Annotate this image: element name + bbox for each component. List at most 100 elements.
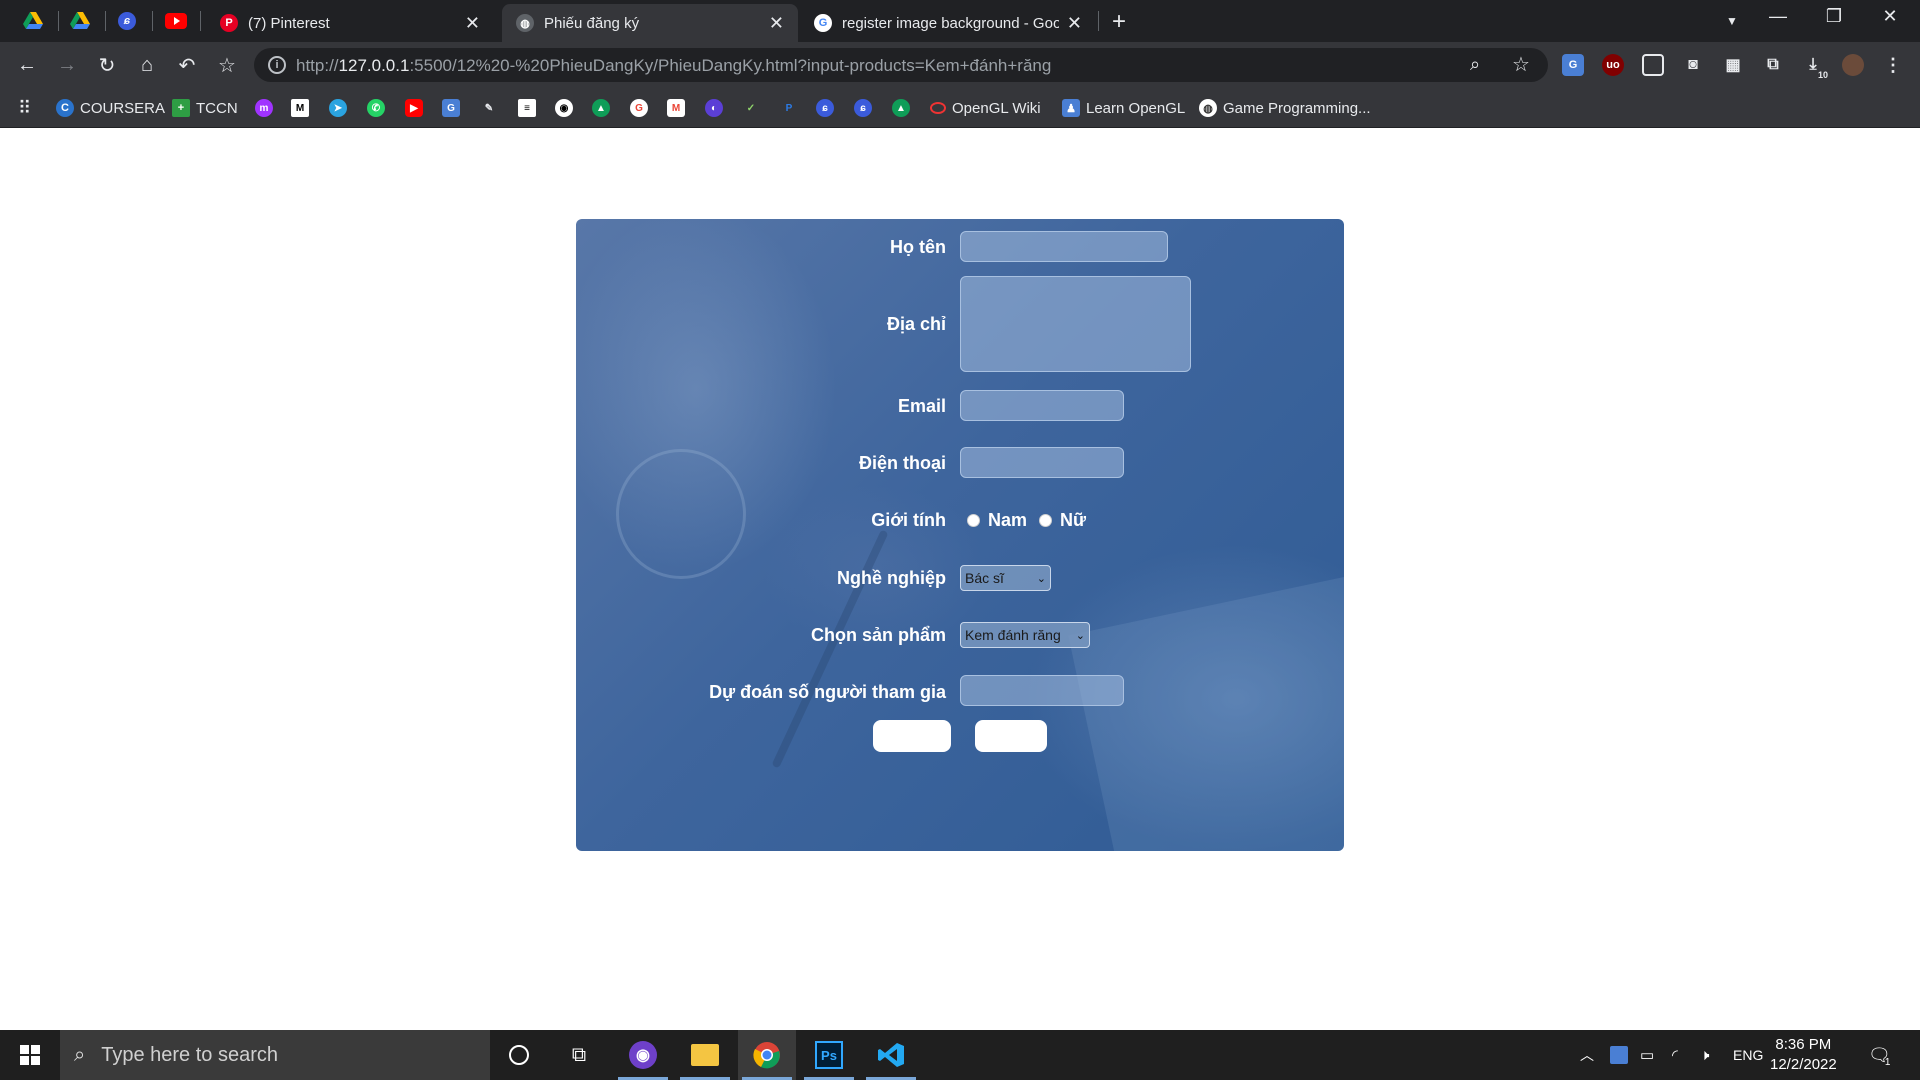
google-drive-icon[interactable]: ▲ bbox=[592, 99, 610, 117]
volume-icon[interactable]: 🕨 bbox=[1700, 1030, 1709, 1080]
bookmark-learn-opengl[interactable]: ♟ Learn OpenGL bbox=[1062, 96, 1185, 120]
fullname-input[interactable] bbox=[960, 231, 1168, 262]
address-bar[interactable]: i http://127.0.0.1:5500/12%20-%20PhieuDa… bbox=[254, 48, 1548, 82]
start-button[interactable] bbox=[0, 1030, 60, 1080]
whatsapp-icon[interactable]: ✆ bbox=[367, 99, 385, 117]
gmail-icon[interactable]: M bbox=[667, 99, 685, 117]
cortana-button[interactable] bbox=[490, 1030, 548, 1080]
app-tray-icon bbox=[1610, 1046, 1628, 1064]
gender-male-radio[interactable] bbox=[967, 514, 980, 527]
show-hidden-icons-button[interactable]: ︿ bbox=[1580, 1030, 1594, 1080]
battery-icon[interactable]: ▭ bbox=[1640, 1030, 1654, 1080]
email-input[interactable] bbox=[960, 390, 1124, 421]
language-indicator[interactable]: ENG bbox=[1733, 1030, 1763, 1080]
zoom-icon[interactable]: ⌕ bbox=[1470, 54, 1480, 75]
gender-male-label[interactable]: Nam bbox=[988, 510, 1027, 531]
address-textarea[interactable] bbox=[960, 276, 1191, 372]
network-icon[interactable]: ◜ bbox=[1672, 1030, 1678, 1080]
telegram-icon[interactable]: ➤ bbox=[329, 99, 347, 117]
messenger-icon[interactable]: m bbox=[255, 99, 273, 117]
tab-google-search[interactable]: G register image background - Goo ✕ bbox=[800, 4, 1096, 42]
folder-icon bbox=[691, 1044, 719, 1066]
phone-label: Điện thoại bbox=[858, 453, 946, 473]
taskbar-photoshop[interactable]: Ps bbox=[800, 1030, 858, 1080]
product-label: Chọn sản phẩm bbox=[810, 625, 946, 645]
submit-button[interactable] bbox=[873, 720, 951, 752]
taskbar-vscode[interactable] bbox=[862, 1030, 920, 1080]
chevron-down-icon: ⌄ bbox=[1036, 572, 1046, 585]
bookmark-game-programming[interactable]: ◍ Game Programming... bbox=[1199, 96, 1371, 120]
bookmark-star-icon[interactable]: ☆ bbox=[1512, 52, 1530, 77]
pen-tool-icon[interactable]: ✎ bbox=[480, 99, 498, 117]
chart-icon[interactable]: ✓ bbox=[742, 99, 760, 117]
taskbar-github-desktop[interactable]: ◉ bbox=[614, 1030, 672, 1080]
tab-search-chevron-icon[interactable]: ▼ bbox=[1726, 14, 1738, 28]
pinned-tab-app[interactable]: ɕ bbox=[114, 9, 140, 33]
pinned-tab-youtube[interactable] bbox=[163, 9, 189, 33]
downloads-count: 10 bbox=[1817, 70, 1828, 80]
paypal-icon[interactable]: P bbox=[780, 99, 798, 117]
minimize-button[interactable]: — bbox=[1758, 6, 1798, 27]
bookmark-app-icon[interactable]: ◐ bbox=[705, 99, 723, 117]
bookmark-star-icon[interactable]: ☆ bbox=[212, 50, 242, 80]
tray-app-icon[interactable] bbox=[1610, 1030, 1628, 1080]
google-drive-icon[interactable]: ▲ bbox=[892, 99, 910, 117]
picture-in-picture-icon[interactable] bbox=[1642, 54, 1664, 76]
bookmark-opengl-wiki[interactable]: OpenGL Wiki bbox=[930, 96, 1041, 120]
gender-female-label[interactable]: Nữ bbox=[1060, 510, 1086, 531]
taskbar-chrome[interactable] bbox=[738, 1030, 796, 1080]
bookmark-tccn[interactable]: + TCCN bbox=[172, 96, 238, 120]
close-icon[interactable]: ✕ bbox=[465, 13, 480, 34]
close-window-button[interactable]: ✕ bbox=[1870, 6, 1910, 27]
bookmark-coursera[interactable]: C COURSERA bbox=[56, 96, 165, 120]
google-translate-extension-icon[interactable]: G bbox=[1562, 54, 1584, 76]
crop-icon[interactable]: ⧉ bbox=[1762, 54, 1784, 76]
extensions-grid-icon[interactable]: ▦ bbox=[1722, 54, 1744, 76]
reload-button[interactable]: ↻ bbox=[92, 50, 122, 80]
profile-avatar[interactable] bbox=[1842, 54, 1864, 76]
restore-button[interactable]: ❐ bbox=[1814, 6, 1854, 27]
taskbar-file-explorer[interactable] bbox=[676, 1030, 734, 1080]
pinned-tab-google-drive[interactable] bbox=[20, 9, 46, 33]
home-button[interactable]: ⌂ bbox=[132, 50, 162, 80]
pinned-tab-google-drive-2[interactable] bbox=[67, 9, 93, 33]
url-text[interactable]: http://127.0.0.1:5500/12%20-%20PhieuDang… bbox=[296, 56, 1051, 76]
guess-input[interactable] bbox=[960, 675, 1124, 706]
product-select[interactable]: Kem đánh răng ⌄ bbox=[960, 622, 1090, 648]
plus-icon: + bbox=[172, 99, 190, 117]
github-icon[interactable]: ◉ bbox=[555, 99, 573, 117]
back-button[interactable]: ← bbox=[12, 50, 42, 80]
job-select[interactable]: Bác sĩ ⌄ bbox=[960, 565, 1051, 591]
more-menu-icon[interactable]: ⋮ bbox=[1882, 54, 1904, 76]
close-icon[interactable]: ✕ bbox=[769, 13, 784, 34]
app-icon[interactable]: ɕ bbox=[816, 99, 834, 117]
google-icon[interactable]: G bbox=[630, 99, 648, 117]
apps-grid-icon[interactable]: ⠿ bbox=[18, 96, 31, 120]
task-view-icon: ⧉ bbox=[571, 1043, 587, 1066]
downloads-icon[interactable]: ⤓ 10 bbox=[1802, 54, 1828, 80]
bookmark-app-icon[interactable]: M bbox=[291, 99, 309, 117]
task-view-button[interactable]: ⧉ bbox=[550, 1030, 608, 1080]
youtube-icon[interactable]: ▶ bbox=[405, 99, 423, 117]
phone-input[interactable] bbox=[960, 447, 1124, 478]
tab-pinterest[interactable]: P (7) Pinterest ✕ bbox=[206, 4, 494, 42]
tab-title: (7) Pinterest bbox=[248, 14, 330, 32]
gender-label: Giới tính bbox=[871, 510, 946, 530]
forward-button[interactable]: → bbox=[52, 50, 82, 80]
app-icon[interactable]: ɕ bbox=[854, 99, 872, 117]
site-info-icon[interactable]: i bbox=[268, 56, 286, 74]
google-translate-icon[interactable]: G bbox=[442, 99, 460, 117]
taskbar-search-box[interactable]: ⌕ Type here to search bbox=[60, 1030, 490, 1080]
new-tab-button[interactable]: + bbox=[1112, 8, 1126, 36]
notification-center-button[interactable]: 🗨 1 bbox=[1868, 1030, 1891, 1080]
background-paper-image bbox=[1068, 569, 1344, 851]
tab-phieu-dang-ky[interactable]: ◍ Phiếu đăng ký ✕ bbox=[502, 4, 798, 42]
ublock-extension-icon[interactable]: uo bbox=[1602, 54, 1624, 76]
close-icon[interactable]: ✕ bbox=[1067, 13, 1082, 34]
document-icon[interactable]: ≡ bbox=[518, 99, 536, 117]
camera-icon[interactable]: ◙ bbox=[1682, 54, 1704, 76]
taskbar-clock[interactable]: 8:36 PM 12/2/2022 bbox=[1770, 1035, 1837, 1075]
gender-female-radio[interactable] bbox=[1039, 514, 1052, 527]
undo-icon[interactable]: ↶ bbox=[172, 50, 202, 80]
reset-button[interactable] bbox=[975, 720, 1047, 752]
